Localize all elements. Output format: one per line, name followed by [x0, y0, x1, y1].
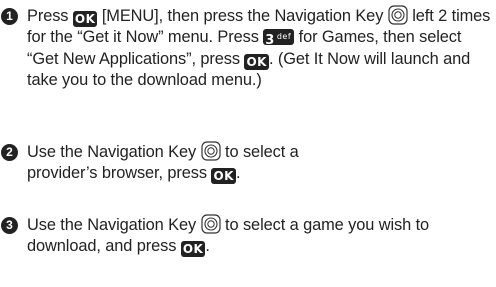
three-key-letters: def — [276, 32, 292, 42]
navigation-key-icon — [201, 214, 221, 234]
step-number-2: 2 — [1, 144, 18, 161]
ok-key-icon: OK — [72, 11, 98, 27]
ok-key-icon: OK — [211, 168, 236, 185]
step-1-text: Press OK [MENU], then press the Navigati… — [27, 5, 493, 91]
step-number-1: 1 — [1, 8, 18, 25]
step-1-text-part-2: [MENU], then press the Navigation Key — [101, 7, 384, 25]
ok-key-icon: OK — [244, 53, 269, 70]
instruction-page: 1 Press OK [MENU], then press the Naviga… — [0, 0, 496, 287]
step-3-text-part-3: . — [205, 237, 210, 256]
step-3-text: Use the Navigation Key to select a game … — [27, 214, 493, 258]
step-number-3: 3 — [1, 217, 18, 234]
navigation-key-icon — [201, 141, 221, 161]
step-2-text: Use the Navigation Key to select a provi… — [27, 141, 327, 185]
three-key-digit: 3 — [265, 33, 275, 49]
ok-key-icon: OK — [180, 241, 206, 258]
step-3-text-part-1: Use the Navigation Key — [27, 216, 197, 234]
three-def-key-icon: 3 def — [263, 29, 295, 49]
step-1-text-part-1: Press — [27, 7, 69, 25]
navigation-key-icon — [388, 5, 408, 25]
step-2-text-part-3: . — [235, 164, 241, 183]
step-2-text-part-1: Use the Navigation Key — [27, 143, 197, 161]
